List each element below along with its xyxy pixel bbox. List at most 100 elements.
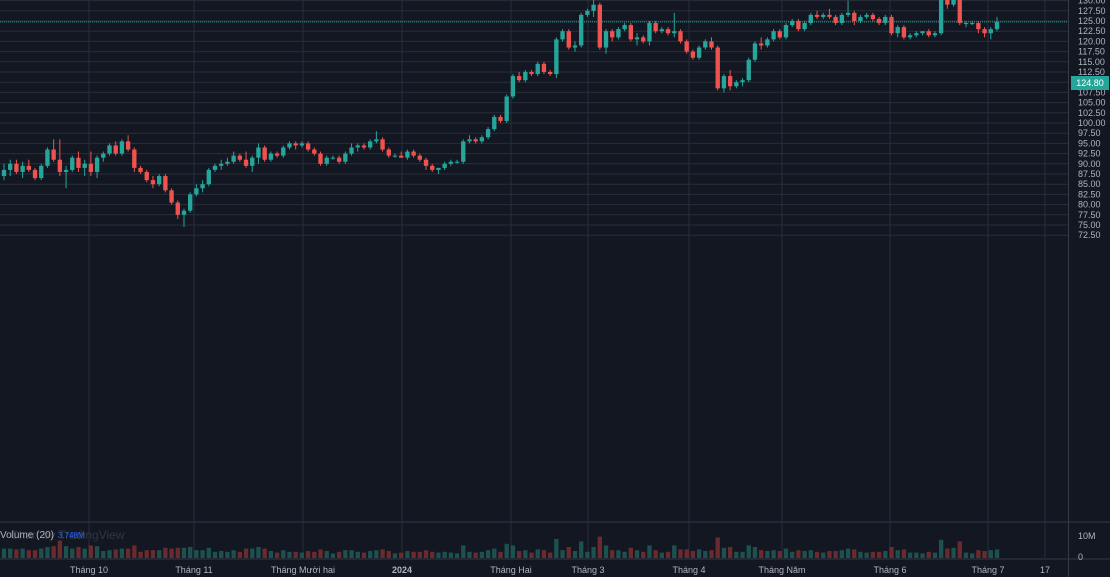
candle-body [907,35,913,38]
time-tick-label: Tháng 11 [175,565,212,575]
volume-bar [665,551,671,558]
volume-bar [256,547,261,558]
volume-bar [181,547,187,558]
volume-bar [1,548,7,558]
candle [951,0,956,7]
candle [1,163,7,181]
candle-body [870,14,876,19]
volume-bar [200,550,205,558]
time-tick-label: Tháng Mười hai [271,565,335,575]
volume-bar [367,551,373,558]
volume-bar [448,552,454,558]
candle [839,12,845,26]
candle-body [51,149,56,160]
price-tick-label: 72.50 [1078,230,1101,240]
candle [26,159,31,172]
candle-body [492,116,497,130]
candle-body [610,31,615,38]
volume-bar [125,548,131,558]
candle-body [746,59,751,81]
candle-body [32,169,38,179]
candle-body [181,210,187,215]
volume-bar [541,550,547,558]
volume-bar [175,547,180,558]
candle [461,139,466,164]
volume-bar [163,547,168,558]
candle-body [386,149,391,156]
candle [603,29,609,54]
volume-bar [274,552,280,558]
candle-body [231,155,236,162]
candle [696,45,702,60]
volume-axis-label: 0 [1078,552,1083,562]
time-tick-label: Tháng 3 [571,565,604,575]
candle-body [212,165,218,170]
candle-body [585,10,590,15]
volume-bar [883,551,888,558]
candle-body [101,153,106,158]
volume-bar [572,551,578,558]
candle-body [156,176,162,185]
candle [318,151,323,166]
candle-body [703,41,708,48]
candle-body [721,76,727,89]
volume-bar [758,550,764,558]
volume-bar [219,551,224,558]
candle-body [206,169,211,185]
candle-body [858,16,863,21]
candle-body [926,31,931,36]
candle-body [119,141,125,154]
price-tick-label: 100.00 [1078,118,1106,128]
time-tick-label: Tháng 6 [873,565,906,575]
candle [448,159,454,166]
price-tick-label: 87.50 [1078,169,1101,179]
volume-bar [14,549,19,558]
volume-bar [603,545,609,558]
candle [845,0,851,17]
volume-bar [535,549,540,558]
candle-body [219,163,224,166]
candle [76,151,81,172]
candle [473,137,478,144]
volume-bar [721,547,727,558]
candle [144,169,149,183]
candle [399,151,404,158]
volume-bar [231,550,236,558]
price-tick-label: 92.50 [1078,149,1101,159]
candle-body [547,72,553,75]
candle-body [790,21,795,26]
volume-bar [734,551,739,558]
candle [554,37,559,79]
volume-bar [783,548,789,558]
candle [895,25,900,38]
candle-body [262,147,267,160]
volume-bar [647,545,652,558]
volume-bar [88,545,94,558]
candle [783,23,789,40]
volume-axis-label: 10M [1078,531,1096,541]
candle-body [485,129,491,138]
candle [485,127,491,140]
candle [932,31,938,38]
candle-body [715,47,720,89]
candle-body [20,165,25,172]
candle-body [994,21,1000,30]
volume-bar [156,550,162,558]
candle-body [45,149,50,166]
volume-bar [194,550,199,558]
candle [336,155,342,164]
volume-bar [107,550,112,558]
candle-body [554,39,559,75]
chart-grid [0,0,1110,577]
candlestick-chart: 135.00132.50130.00127.50125.00122.50120.… [0,0,1110,577]
candle [641,35,646,44]
candle-body [560,31,565,40]
volume-bar [579,541,584,558]
candle-body [374,139,379,142]
candle [14,159,19,174]
volume-bar [945,548,950,558]
candle-body [641,37,646,42]
candle [802,21,807,32]
candle [125,135,131,152]
volume-bar [802,551,807,558]
